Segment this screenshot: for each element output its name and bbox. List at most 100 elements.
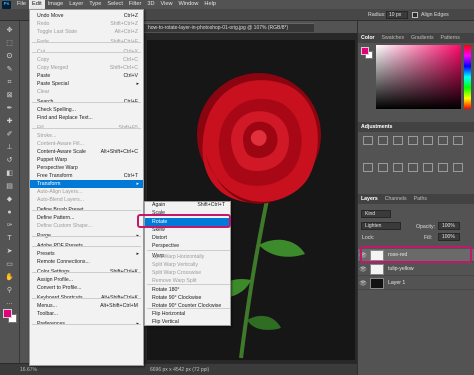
- marquee-icon[interactable]: ⬚: [4, 38, 15, 49]
- lasso-icon[interactable]: ʘ: [4, 51, 15, 62]
- clone-stamp-icon[interactable]: ⊥: [4, 142, 15, 153]
- vibrance-icon[interactable]: [423, 136, 433, 145]
- gradient-icon[interactable]: ▤: [4, 181, 15, 192]
- threshold-icon[interactable]: [453, 163, 463, 172]
- more-tools-icon[interactable]: …: [4, 297, 15, 308]
- eraser-icon[interactable]: ◧: [4, 168, 15, 179]
- transform-menu-item-split-warp-horizontally[interactable]: Split Warp Horizontally: [145, 253, 230, 261]
- transform-menu-item-flip-horizontal[interactable]: Flip Horizontal: [145, 310, 230, 318]
- tab-layers[interactable]: Layers: [361, 196, 378, 202]
- menu-window[interactable]: Window: [176, 0, 202, 9]
- healing-icon[interactable]: ✚: [4, 116, 15, 127]
- menu-view[interactable]: View: [157, 0, 175, 9]
- edit-menu-item-check-spelling[interactable]: Check Spelling...: [30, 106, 143, 114]
- tab-color[interactable]: Color: [361, 35, 375, 41]
- edit-menu-item-convert-to-profile[interactable]: Convert to Profile...: [30, 284, 143, 292]
- tab-channels[interactable]: Channels: [385, 196, 407, 202]
- align-edges-checkbox[interactable]: [412, 12, 418, 18]
- layer-name[interactable]: tulip-yellow: [388, 266, 414, 272]
- rectangle-icon[interactable]: ▭: [4, 259, 15, 270]
- transform-menu-item-split-warp-crosswise[interactable]: Split Warp Crosswise: [145, 269, 230, 277]
- hue-saturation-icon[interactable]: [438, 136, 448, 145]
- eyedropper-icon[interactable]: ✒: [4, 103, 15, 114]
- edit-menu-item-clear[interactable]: Clear: [30, 88, 143, 96]
- transform-menu-item-again[interactable]: Again Shift+Ctrl+T: [145, 201, 230, 209]
- menu-filter[interactable]: Filter: [126, 0, 144, 9]
- transform-menu-item-rotate-90-clockwise[interactable]: Rotate 90° Clockwise: [145, 294, 230, 302]
- edit-menu-item-define-custom-shape[interactable]: Define Custom Shape...: [30, 222, 143, 230]
- edit-menu-item-paste-special[interactable]: Paste Special ▸: [30, 80, 143, 88]
- blend-mode-select[interactable]: Lighten: [361, 222, 401, 230]
- color-panel-foreground[interactable]: [361, 47, 369, 55]
- radius-field[interactable]: 10 px: [386, 11, 408, 19]
- transform-menu-item-distort[interactable]: Distort: [145, 234, 230, 242]
- history-brush-icon[interactable]: ↺: [4, 155, 15, 166]
- tab-patterns[interactable]: Patterns: [441, 35, 460, 41]
- zoom-level[interactable]: 16.67%: [20, 367, 37, 373]
- transform-menu-item-rotate-180[interactable]: Rotate 180°: [145, 286, 230, 294]
- brightness-icon[interactable]: [363, 136, 373, 145]
- photo-filter-icon[interactable]: [378, 163, 388, 172]
- opacity-field[interactable]: 100%: [438, 222, 460, 230]
- edit-menu-item-perspective-warp[interactable]: Perspective Warp: [30, 164, 143, 172]
- frame-icon[interactable]: ⊠: [4, 90, 15, 101]
- hue-slider[interactable]: [464, 45, 471, 109]
- dodge-icon[interactable]: ●: [4, 207, 15, 218]
- edit-menu-item-transform[interactable]: Transform ▸: [30, 180, 143, 188]
- edit-menu-item-toggle-last-state[interactable]: Toggle Last State Alt+Ctrl+Z: [30, 28, 143, 36]
- quick-select-icon[interactable]: ✎: [4, 64, 15, 75]
- edit-menu-item-content-aware-fill[interactable]: Content-Aware Fill...: [30, 140, 143, 148]
- transform-menu-item-flip-vertical[interactable]: Flip Vertical: [145, 318, 230, 326]
- edit-menu-item-menus[interactable]: Menus... Alt+Shift+Ctrl+M: [30, 302, 143, 310]
- edit-menu-item-remote-connections[interactable]: Remote Connections...: [30, 258, 143, 266]
- edit-menu-item-free-transform[interactable]: Free Transform Ctrl+T: [30, 172, 143, 180]
- path-select-icon[interactable]: ➤: [4, 246, 15, 257]
- invert-icon[interactable]: [423, 163, 433, 172]
- edit-menu-item-stroke[interactable]: Stroke...: [30, 132, 143, 140]
- color-picker-field[interactable]: [376, 45, 461, 109]
- tab-paths[interactable]: Paths: [414, 196, 427, 202]
- menu-image[interactable]: Image: [45, 0, 67, 9]
- edit-menu-item-redo[interactable]: Redo Shift+Ctrl+Z: [30, 20, 143, 28]
- zoom-icon[interactable]: ⚲: [4, 285, 15, 296]
- menu-file[interactable]: File: [14, 0, 29, 9]
- menu-layer[interactable]: Layer: [66, 0, 86, 9]
- layer-row-tulip-yellow[interactable]: 👁 tulip-yellow: [358, 263, 474, 276]
- fill-field[interactable]: 100%: [438, 233, 460, 241]
- menu-3d[interactable]: 3D: [144, 0, 157, 9]
- tab-adjustments[interactable]: Adjustments: [361, 124, 392, 130]
- layer-name[interactable]: Layer 1: [388, 280, 405, 286]
- edit-menu-item-auto-align-layers[interactable]: Auto-Align Layers...: [30, 188, 143, 196]
- edit-menu-item-undo-move[interactable]: Undo Move Ctrl+Z: [30, 12, 143, 20]
- edit-menu-item-define-pattern[interactable]: Define Pattern...: [30, 214, 143, 222]
- edit-menu-item-paste[interactable]: Paste Ctrl+V: [30, 72, 143, 80]
- pen-icon[interactable]: ✑: [4, 220, 15, 231]
- menu-select[interactable]: Select: [104, 0, 126, 9]
- edit-menu-item-content-aware-scale[interactable]: Content-Aware Scale Alt+Shift+Ctrl+C: [30, 148, 143, 156]
- menu-edit[interactable]: Edit: [29, 0, 45, 9]
- hand-icon[interactable]: ✋: [4, 272, 15, 283]
- eye-icon[interactable]: 👁: [358, 280, 368, 287]
- move-icon[interactable]: ✥: [4, 25, 15, 36]
- levels-icon[interactable]: [378, 136, 388, 145]
- tab-swatches[interactable]: Swatches: [382, 35, 405, 41]
- edit-menu-item-puppet-warp[interactable]: Puppet Warp: [30, 156, 143, 164]
- channel-mixer-icon[interactable]: [393, 163, 403, 172]
- brush-icon[interactable]: ✐: [4, 129, 15, 140]
- exposure-icon[interactable]: [408, 136, 418, 145]
- menu-type[interactable]: Type: [86, 0, 104, 9]
- eye-icon[interactable]: 👁: [358, 266, 368, 273]
- edit-menu-item-copy[interactable]: Copy Ctrl+C: [30, 56, 143, 64]
- document-tab[interactable]: how-to-rotate-layer-in-photoshop-01-orig…: [144, 23, 314, 32]
- edit-menu-item-auto-blend-layers[interactable]: Auto-Blend Layers...: [30, 196, 143, 204]
- edit-menu-item-copy-merged[interactable]: Copy Merged Shift+Ctrl+C: [30, 64, 143, 72]
- posterize-icon[interactable]: [438, 163, 448, 172]
- crop-icon[interactable]: ⌗: [4, 77, 15, 88]
- layer-filter-select[interactable]: Kind: [361, 210, 391, 218]
- transform-menu-item-split-warp-vertically[interactable]: Split Warp Vertically: [145, 261, 230, 269]
- color-lookup-icon[interactable]: [408, 163, 418, 172]
- transform-menu-item-perspective[interactable]: Perspective: [145, 242, 230, 250]
- edit-menu-item-assign-profile[interactable]: Assign Profile...: [30, 276, 143, 284]
- black-white-icon[interactable]: [363, 163, 373, 172]
- tab-gradients[interactable]: Gradients: [411, 35, 434, 41]
